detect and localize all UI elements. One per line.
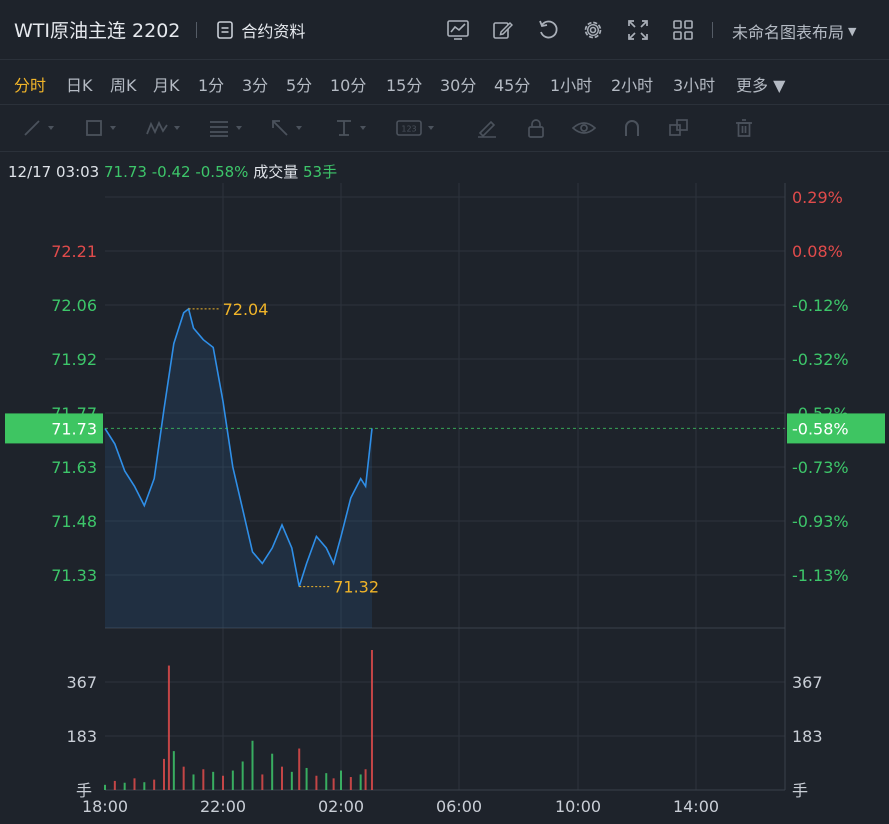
volume-bar bbox=[202, 769, 205, 790]
volume-bar bbox=[113, 780, 116, 790]
volume-bar bbox=[261, 774, 264, 790]
volume-bar bbox=[325, 773, 328, 790]
volume-tick-label: 367 bbox=[66, 673, 97, 692]
volume-bar bbox=[167, 665, 170, 790]
current-price-badge-label: 71.73 bbox=[51, 419, 97, 438]
volume-bar bbox=[192, 774, 195, 790]
current-pct-badge-label: -0.58% bbox=[792, 419, 849, 438]
price-tick-label: 72.21 bbox=[51, 242, 97, 261]
pct-tick-label: -0.32% bbox=[792, 350, 849, 369]
pct-tick-label: -1.13% bbox=[792, 566, 849, 585]
time-tick-label: 06:00 bbox=[436, 797, 482, 816]
volume-bar bbox=[182, 766, 185, 790]
price-tick-label: 71.63 bbox=[51, 458, 97, 477]
price-tick-label: 72.06 bbox=[51, 296, 97, 315]
volume-bar bbox=[231, 770, 234, 790]
volume-bar bbox=[290, 771, 293, 790]
volume-bar bbox=[271, 753, 274, 790]
pct-tick-label: -0.93% bbox=[792, 512, 849, 531]
volume-bar bbox=[332, 778, 335, 790]
time-tick-label: 02:00 bbox=[318, 797, 364, 816]
volume-bar bbox=[340, 770, 342, 790]
time-tick-label: 18:00 bbox=[82, 797, 128, 816]
time-tick-label: 10:00 bbox=[555, 797, 601, 816]
volume-bar bbox=[349, 777, 352, 790]
time-tick-label: 14:00 bbox=[673, 797, 719, 816]
volume-bar bbox=[359, 774, 362, 790]
price-tick-label: 71.33 bbox=[51, 566, 97, 585]
time-tick-label: 22:00 bbox=[200, 797, 246, 816]
volume-bar bbox=[370, 650, 373, 790]
price-tick-label: 71.92 bbox=[51, 350, 97, 369]
volume-bar bbox=[133, 778, 136, 790]
volume-tick-label-right: 367 bbox=[792, 673, 823, 692]
volume-bar bbox=[364, 769, 367, 790]
volume-bar bbox=[163, 758, 165, 790]
volume-bar bbox=[281, 766, 283, 790]
pct-tick-label: 0.08% bbox=[792, 242, 843, 261]
pct-tick-label: -0.73% bbox=[792, 458, 849, 477]
price-tick-label: 71.48 bbox=[51, 512, 97, 531]
volume-tick-label-right: 183 bbox=[792, 727, 823, 746]
low-marker-label: 71.32 bbox=[333, 578, 379, 597]
volume-bar bbox=[305, 767, 308, 790]
volume-bar bbox=[298, 748, 301, 790]
volume-bar bbox=[172, 751, 175, 790]
volume-bar bbox=[251, 740, 254, 790]
volume-bar bbox=[123, 782, 126, 790]
volume-tick-label: 183 bbox=[66, 727, 97, 746]
volume-bar bbox=[222, 775, 224, 790]
volume-bar bbox=[104, 784, 106, 790]
volume-bar bbox=[241, 761, 244, 790]
volume-bar bbox=[153, 779, 156, 790]
pct-tick-label: -0.12% bbox=[792, 296, 849, 315]
volume-unit-label-right: 手 bbox=[792, 781, 808, 800]
volume-bar bbox=[143, 782, 146, 790]
volume-bar bbox=[212, 771, 215, 790]
pct-tick-label: 0.29% bbox=[792, 188, 843, 207]
high-marker-label: 72.04 bbox=[223, 300, 269, 319]
intraday-chart[interactable]: 72.0471.32 72.2172.0671.9271.7771.6371.4… bbox=[0, 0, 889, 824]
volume-bar bbox=[315, 775, 318, 790]
